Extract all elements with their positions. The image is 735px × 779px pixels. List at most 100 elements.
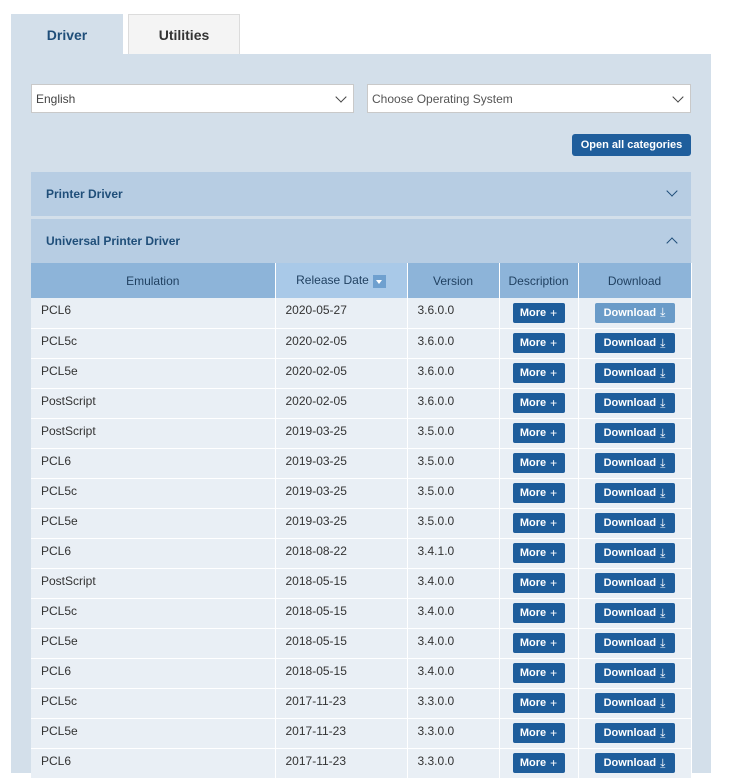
download-arrow-icon: ⤓ (660, 455, 666, 470)
plus-icon: + (550, 726, 558, 740)
version-cell: 3.3.0.0 (407, 688, 500, 719)
category-printer-driver[interactable]: Printer Driver (31, 172, 691, 216)
emulation-cell: PCL5e (31, 628, 276, 659)
plus-icon: + (550, 396, 558, 410)
download-button[interactable]: Download ⤓ (594, 723, 675, 743)
description-cell: More + (499, 298, 579, 329)
download-cell: Download ⤓ (578, 328, 692, 359)
column-header-version[interactable]: Version (407, 263, 500, 298)
category-universal-printer-driver[interactable]: Universal Printer Driver (31, 219, 691, 263)
download-label: Download (603, 667, 657, 679)
download-button[interactable]: Download ⤓ (594, 423, 675, 443)
more-label: More (519, 517, 547, 529)
more-label: More (519, 547, 547, 559)
download-button[interactable]: Download ⤓ (594, 633, 675, 653)
download-button[interactable]: Download ⤓ (594, 302, 675, 323)
download-button[interactable]: Download ⤓ (594, 513, 675, 533)
download-button[interactable]: Download ⤓ (594, 573, 675, 593)
more-button[interactable]: More + (512, 333, 565, 353)
column-header-release-date[interactable]: Release Date (275, 263, 408, 298)
release-date-cell: 2019-03-25 (275, 418, 408, 449)
download-label: Download (603, 367, 657, 379)
download-cell: Download ⤓ (578, 748, 692, 779)
description-cell: More + (499, 478, 579, 509)
download-button[interactable]: Download ⤓ (594, 693, 675, 713)
more-label: More (519, 637, 547, 649)
release-date-cell: 2018-05-15 (275, 658, 408, 689)
download-cell: Download ⤓ (578, 598, 692, 629)
more-label: More (519, 487, 547, 499)
more-label: More (519, 457, 547, 469)
more-button[interactable]: More + (512, 363, 565, 383)
column-header-emulation[interactable]: Emulation (31, 263, 276, 298)
description-cell: More + (499, 628, 579, 659)
download-label: Download (603, 697, 657, 709)
download-button[interactable]: Download ⤓ (594, 363, 675, 383)
download-cell: Download ⤓ (578, 508, 692, 539)
tab-driver[interactable]: Driver (11, 14, 123, 54)
download-button[interactable]: Download ⤓ (594, 603, 675, 623)
more-button[interactable]: More + (512, 423, 565, 443)
more-button[interactable]: More + (512, 483, 565, 503)
download-button[interactable]: Download ⤓ (594, 663, 675, 683)
language-select[interactable]: English (31, 84, 354, 113)
version-cell: 3.5.0.0 (407, 448, 500, 479)
description-cell: More + (499, 388, 579, 419)
download-button[interactable]: Download ⤓ (594, 333, 675, 353)
version-cell: 3.5.0.0 (407, 478, 500, 509)
download-button[interactable]: Download ⤓ (594, 483, 675, 503)
sort-descending-icon[interactable] (372, 274, 386, 288)
download-label: Download (603, 306, 657, 319)
download-arrow-icon: ⤓ (660, 335, 666, 350)
version-cell: 3.3.0.0 (407, 748, 500, 779)
release-date-cell: 2017-11-23 (275, 688, 408, 719)
download-button[interactable]: Download ⤓ (594, 453, 675, 473)
more-button[interactable]: More + (512, 693, 565, 713)
download-label: Download (603, 427, 657, 439)
more-button[interactable]: More + (512, 513, 565, 533)
version-cell: 3.5.0.0 (407, 508, 500, 539)
emulation-cell: PCL6 (31, 538, 276, 569)
download-button[interactable]: Download ⤓ (594, 753, 675, 773)
driver-table: Emulation Release Date Version Descripti… (31, 263, 692, 779)
download-arrow-icon: ⤓ (660, 635, 666, 650)
tab-utilities[interactable]: Utilities (128, 14, 240, 54)
download-cell: Download ⤓ (578, 418, 692, 449)
download-button[interactable]: Download ⤓ (594, 543, 675, 563)
version-cell: 3.4.0.0 (407, 568, 500, 599)
more-label: More (519, 367, 547, 379)
emulation-cell: PCL6 (31, 298, 276, 329)
download-label: Download (603, 547, 657, 559)
description-cell: More + (499, 328, 579, 359)
emulation-cell: PostScript (31, 568, 276, 599)
open-all-categories-button[interactable]: Open all categories (572, 134, 691, 156)
description-cell: More + (499, 718, 579, 749)
more-button[interactable]: More + (512, 302, 565, 323)
plus-icon: + (550, 756, 558, 770)
more-button[interactable]: More + (512, 543, 565, 563)
more-label: More (519, 757, 547, 769)
download-cell: Download ⤓ (578, 658, 692, 689)
download-cell: Download ⤓ (578, 568, 692, 599)
more-button[interactable]: More + (512, 453, 565, 473)
table-row: PCL5e 2020-02-05 3.6.0.0 More + Download ⤓ (31, 358, 692, 389)
chevron-up-icon (666, 237, 678, 249)
column-header-label: Download (607, 273, 662, 288)
column-header-label: Release Date (296, 273, 369, 288)
column-header-download: Download (578, 263, 692, 298)
category-label: Printer Driver (46, 187, 123, 201)
more-label: More (519, 607, 547, 619)
os-select[interactable]: Choose Operating System (367, 84, 691, 113)
column-header-label: Emulation (126, 273, 180, 288)
table-row: PCL5e 2017-11-23 3.3.0.0 More + Download ⤓ (31, 718, 692, 749)
more-button[interactable]: More + (512, 393, 565, 413)
more-button[interactable]: More + (512, 723, 565, 743)
more-button[interactable]: More + (512, 573, 565, 593)
more-button[interactable]: More + (512, 603, 565, 623)
emulation-cell: PCL5e (31, 358, 276, 389)
description-cell: More + (499, 538, 579, 569)
more-button[interactable]: More + (512, 663, 565, 683)
more-button[interactable]: More + (512, 753, 565, 773)
more-button[interactable]: More + (512, 633, 565, 653)
download-button[interactable]: Download ⤓ (594, 393, 675, 413)
